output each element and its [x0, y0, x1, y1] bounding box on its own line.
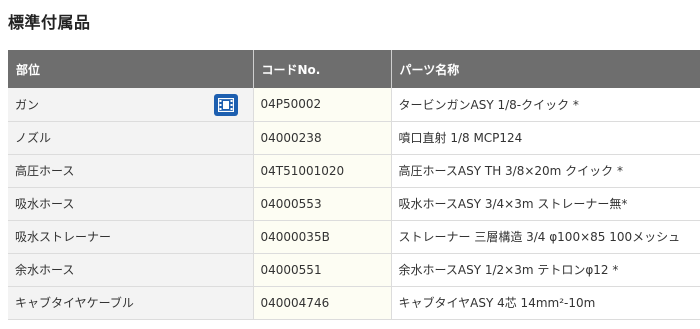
video-button[interactable]: [213, 94, 238, 116]
part-name-cell: 噴口直射 1/8 MCP124: [391, 121, 700, 155]
code-cell: 040004746: [253, 286, 392, 320]
part-name-cell: ストレーナー 三層構造 3/4 φ100×85 100メッシュ: [391, 220, 700, 254]
code-cell: 04000035B: [253, 220, 392, 254]
part-label: ガン: [15, 97, 40, 112]
section-title: 標準付属品: [8, 13, 91, 32]
table-row: 吸水ストレーナー 04000035B ストレーナー 三層構造 3/4 φ100×…: [8, 220, 700, 254]
table-row: ガン 04P50002 タービンガンASY 1/8-クイック *: [8, 88, 700, 122]
header-part: 部位: [8, 50, 254, 88]
code-cell: 04P50002: [253, 88, 392, 122]
part-cell: 余水ホース: [8, 253, 254, 287]
table-row: 余水ホース 04000551 余水ホースASY 1/2×3m テトロンφ12 *: [8, 253, 700, 287]
table-row: 高圧ホース 04T51001020 高圧ホースASY TH 3/8×20m クイ…: [8, 154, 700, 188]
part-cell: キャブタイヤケーブル: [8, 286, 254, 320]
table-row: ノズル 04000238 噴口直射 1/8 MCP124: [8, 121, 700, 155]
code-cell: 04000238: [253, 121, 392, 155]
part-cell: 吸水ストレーナー: [8, 220, 254, 254]
part-cell: 高圧ホース: [8, 154, 254, 188]
code-cell: 04000553: [253, 187, 392, 221]
page: 標準付属品 部位 コードNo. パーツ名称 ガン 04P50002 タービンガン…: [0, 0, 700, 329]
header-part-name: パーツ名称: [391, 50, 700, 88]
part-name-cell: 余水ホースASY 1/2×3m テトロンφ12 *: [391, 253, 700, 287]
part-name-cell: 吸水ホースASY 3/4×3m ストレーナー無*: [391, 187, 700, 221]
code-cell: 04000551: [253, 253, 392, 287]
part-name-cell: タービンガンASY 1/8-クイック *: [391, 88, 700, 122]
part-cell: 吸水ホース: [8, 187, 254, 221]
part-cell: ガン: [8, 88, 254, 122]
film-video-icon: [217, 98, 234, 112]
code-cell: 04T51001020: [253, 154, 392, 188]
table-header-row: 部位 コードNo. パーツ名称: [8, 50, 700, 88]
table-row: 吸水ホース 04000553 吸水ホースASY 3/4×3m ストレーナー無*: [8, 187, 700, 221]
part-cell: ノズル: [8, 121, 254, 155]
header-code: コードNo.: [253, 50, 392, 88]
part-name-cell: 高圧ホースASY TH 3/8×20m クイック *: [391, 154, 700, 188]
table-row: キャブタイヤケーブル 040004746 キャブタイヤASY 4芯 14mm²-…: [8, 286, 700, 320]
parts-table: 部位 コードNo. パーツ名称 ガン 04P50002 タービンガンASY 1/…: [8, 50, 700, 320]
part-name-cell: キャブタイヤASY 4芯 14mm²-10m: [391, 286, 700, 320]
